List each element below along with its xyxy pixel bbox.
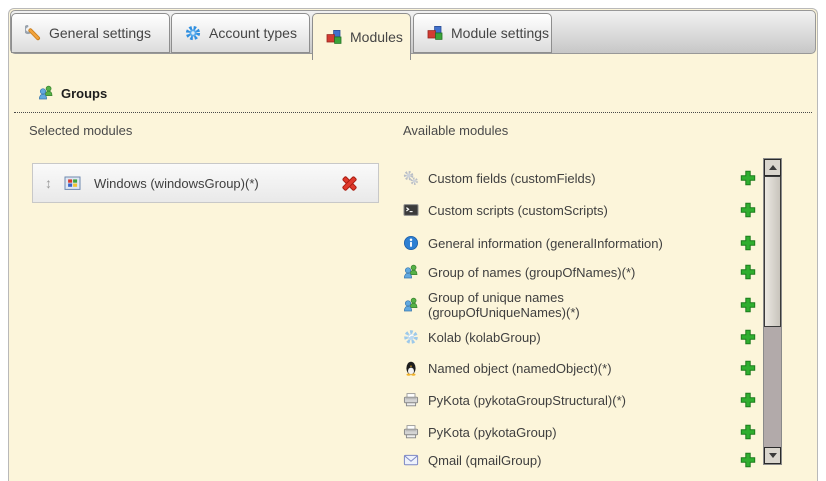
tab-label: Module settings [451, 25, 549, 41]
tux-icon [403, 360, 419, 376]
down-arrow-icon [769, 453, 777, 458]
available-module-row: PyKota (pykotaGroup) [403, 417, 756, 447]
gear-icon [185, 25, 201, 41]
module-label: Group of unique names (groupOfUniqueName… [428, 290, 606, 320]
add-module-button[interactable] [740, 202, 756, 218]
scrollbar[interactable] [763, 158, 782, 465]
section-header: Groups [14, 85, 812, 113]
tab-account-types[interactable]: Account types [171, 13, 310, 53]
module-label: PyKota (pykotaGroup) [428, 425, 740, 440]
delete-x-icon [341, 175, 358, 192]
kolab-icon [403, 329, 419, 345]
printer-icon [403, 392, 419, 408]
tab-module-settings[interactable]: Module settings [413, 13, 552, 53]
plus-icon [740, 235, 756, 251]
available-module-row: Group of unique names (groupOfUniqueName… [403, 283, 756, 327]
available-module-row: General information (generalInformation) [403, 228, 756, 258]
mail-icon [403, 452, 419, 468]
module-label: General information (generalInformation) [428, 236, 740, 251]
add-module-button[interactable] [740, 235, 756, 251]
available-modules-heading: Available modules [403, 123, 508, 138]
plus-icon [740, 452, 756, 468]
add-module-button[interactable] [740, 452, 756, 468]
info-icon [403, 235, 419, 251]
add-module-button[interactable] [740, 329, 756, 345]
plus-icon [740, 392, 756, 408]
config-page: General settings Account types Modules [0, 0, 826, 481]
module-label: Qmail (qmailGroup) [428, 453, 740, 468]
available-module-row: PyKota (pykotaGroupStructural)(*) [403, 385, 756, 415]
tab-label: Account types [209, 25, 297, 41]
available-module-row: Custom fields (customFields) [403, 163, 756, 193]
groups-icon [403, 297, 419, 313]
add-module-button[interactable] [740, 170, 756, 186]
module-label: Kolab (kolabGroup) [428, 330, 740, 345]
settings-panel: General settings Account types Modules [8, 8, 818, 481]
sort-handle[interactable]: ↕ [45, 175, 52, 191]
groups-icon [38, 85, 54, 101]
remove-module-button[interactable] [341, 175, 358, 192]
plus-icon [740, 170, 756, 186]
add-module-button[interactable] [740, 297, 756, 313]
available-module-row: Kolab (kolabGroup) [403, 322, 756, 352]
tab-label: Modules [350, 29, 403, 45]
scrollbar-thumb[interactable] [764, 176, 781, 327]
scrollbar-down-button[interactable] [764, 447, 781, 464]
module-label: Named object (namedObject)(*) [428, 361, 740, 376]
selected-modules-heading: Selected modules [29, 123, 132, 138]
terminal-icon [403, 202, 419, 218]
tab-label: General settings [49, 25, 151, 41]
add-module-button[interactable] [740, 360, 756, 376]
module-label: PyKota (pykotaGroupStructural)(*) [428, 393, 740, 408]
blocks-icon [326, 29, 342, 45]
section-title: Groups [61, 86, 107, 101]
add-module-button[interactable] [740, 424, 756, 440]
module-label: Custom scripts (customScripts) [428, 203, 740, 218]
plus-icon [740, 297, 756, 313]
module-label: Custom fields (customFields) [428, 171, 740, 186]
tab-general-settings[interactable]: General settings [11, 13, 170, 53]
tab-modules[interactable]: Modules [312, 13, 411, 60]
selected-module-row: ↕ Windows (windowsGroup)(*) [32, 163, 379, 203]
plus-icon [740, 424, 756, 440]
add-module-button[interactable] [740, 264, 756, 280]
available-module-row: Named object (namedObject)(*) [403, 353, 756, 383]
plus-icon [740, 264, 756, 280]
plus-icon [740, 329, 756, 345]
module-label: Group of names (groupOfNames)(*) [428, 265, 740, 280]
selected-module-label: Windows (windowsGroup)(*) [94, 176, 341, 191]
tab-strip: General settings Account types Modules [10, 10, 816, 54]
available-module-row: Custom scripts (customScripts) [403, 195, 756, 225]
scrollbar-up-button[interactable] [764, 159, 781, 176]
available-module-row: Qmail (qmailGroup) [403, 445, 756, 475]
wrench-icon [25, 25, 41, 41]
gears-gray-icon [403, 170, 419, 186]
printer-icon [403, 424, 419, 440]
add-module-button[interactable] [740, 392, 756, 408]
blocks-icon [427, 25, 443, 41]
plus-icon [740, 202, 756, 218]
up-arrow-icon [769, 165, 777, 170]
windows-icon [64, 175, 81, 191]
groups-icon [403, 264, 419, 280]
plus-icon [740, 360, 756, 376]
